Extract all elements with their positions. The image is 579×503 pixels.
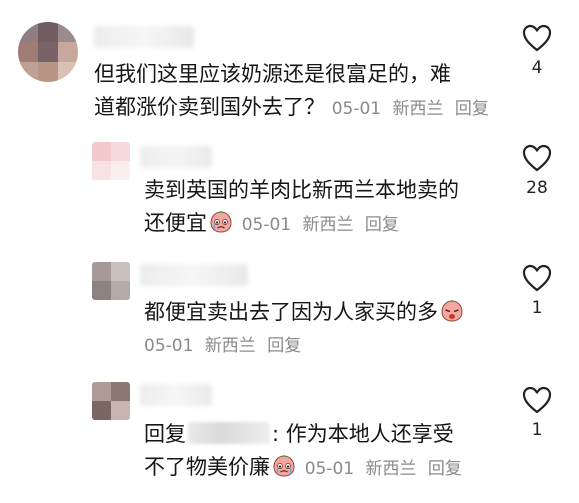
like-button[interactable]: 4 <box>517 24 557 78</box>
comment-location: 新西兰 <box>204 336 256 356</box>
comment-text: 卖到英国的羊肉比新西兰本地卖的 还便宜 05-01 新西兰 回复 <box>144 174 459 242</box>
comment-line-1: 回复 : 作为本地人还享受 <box>144 418 468 451</box>
comment-meta: 05-01 新西兰 回复 <box>332 99 495 119</box>
comment-4: 回复 : 作为本地人还享受 不了物美价廉 05-01 新西兰 回复 1 <box>0 372 579 503</box>
heart-outline-icon <box>522 24 552 52</box>
crying-face-emoji-icon <box>273 454 295 477</box>
like-button[interactable]: 28 <box>517 144 557 198</box>
username[interactable] <box>94 26 194 48</box>
like-count: 1 <box>531 420 543 440</box>
like-count: 4 <box>531 58 543 78</box>
comment-line-1-rest: : 作为本地人还享受 <box>272 422 454 446</box>
reply-button[interactable]: 回复 <box>428 459 462 479</box>
comment-line-2-text: 不了物美价廉 <box>144 455 270 479</box>
masked-username[interactable] <box>188 422 270 444</box>
comment-meta: 05-01 新西兰 回复 <box>305 459 468 479</box>
heart-outline-icon <box>522 264 552 292</box>
heart-outline-icon <box>522 144 552 172</box>
comment-line-2-text: 道都涨价卖到国外去了？ <box>94 95 325 119</box>
comment-line-2: 还便宜 05-01 新西兰 回复 <box>144 207 459 242</box>
like-button[interactable]: 1 <box>517 264 557 318</box>
avatar[interactable] <box>92 142 130 180</box>
comment-line-1-text: 都便宜卖出去了因为人家买的多 <box>144 300 438 324</box>
reply-button[interactable]: 回复 <box>455 99 489 119</box>
like-button[interactable]: 1 <box>517 386 557 440</box>
comment-line-2-text: 还便宜 <box>144 211 207 235</box>
like-count: 28 <box>526 178 548 198</box>
heart-outline-icon <box>522 386 552 414</box>
username[interactable] <box>140 146 212 168</box>
comment-line-1: 都便宜卖出去了因为人家买的多 <box>144 296 466 329</box>
like-count: 1 <box>531 298 543 318</box>
username[interactable] <box>140 384 212 406</box>
avatar[interactable] <box>18 22 78 82</box>
comment-date: 05-01 <box>331 99 382 119</box>
comment-text: 回复 : 作为本地人还享受 不了物美价廉 05-01 新西兰 回复 <box>144 418 468 486</box>
avatar[interactable] <box>92 382 130 420</box>
reply-prefix: 回复 <box>144 422 186 446</box>
comment-2: 卖到英国的羊肉比新西兰本地卖的 还便宜 05-01 新西兰 回复 28 <box>0 130 579 248</box>
comment-location: 新西兰 <box>392 99 444 119</box>
comment-3: 都便宜卖出去了因为人家买的多 05-01 新西兰 回复 1 <box>0 250 579 374</box>
comment-text: 但我们这里应该奶源还是很富足的，难 道都涨价卖到国外去了？ 05-01 新西兰 … <box>94 58 495 126</box>
crying-face-emoji-icon <box>210 210 232 233</box>
comment-meta: 05-01 新西兰 回复 <box>242 215 405 235</box>
comment-date: 05-01 <box>144 336 194 356</box>
comment-1: 但我们这里应该奶源还是很富足的，难 道都涨价卖到国外去了？ 05-01 新西兰 … <box>0 0 579 130</box>
comment-line-2: 道都涨价卖到国外去了？ 05-01 新西兰 回复 <box>94 91 495 126</box>
comment-location: 新西兰 <box>365 459 417 479</box>
comment-text: 都便宜卖出去了因为人家买的多 05-01 新西兰 回复 <box>144 296 466 361</box>
reply-button[interactable]: 回复 <box>267 336 301 356</box>
comment-line-2: 不了物美价廉 05-01 新西兰 回复 <box>144 451 468 486</box>
comment-line-1: 但我们这里应该奶源还是很富足的，难 <box>94 62 451 86</box>
avatar[interactable] <box>92 262 130 300</box>
comment-line-1: 卖到英国的羊肉比新西兰本地卖的 <box>144 178 459 202</box>
comment-location: 新西兰 <box>302 215 354 235</box>
reply-button[interactable]: 回复 <box>365 215 399 235</box>
comment-meta: 05-01 新西兰 回复 <box>144 331 466 361</box>
crying-face-emoji-icon <box>441 299 463 322</box>
comment-date: 05-01 <box>241 215 292 235</box>
username[interactable] <box>140 264 248 286</box>
comment-date: 05-01 <box>304 459 355 479</box>
